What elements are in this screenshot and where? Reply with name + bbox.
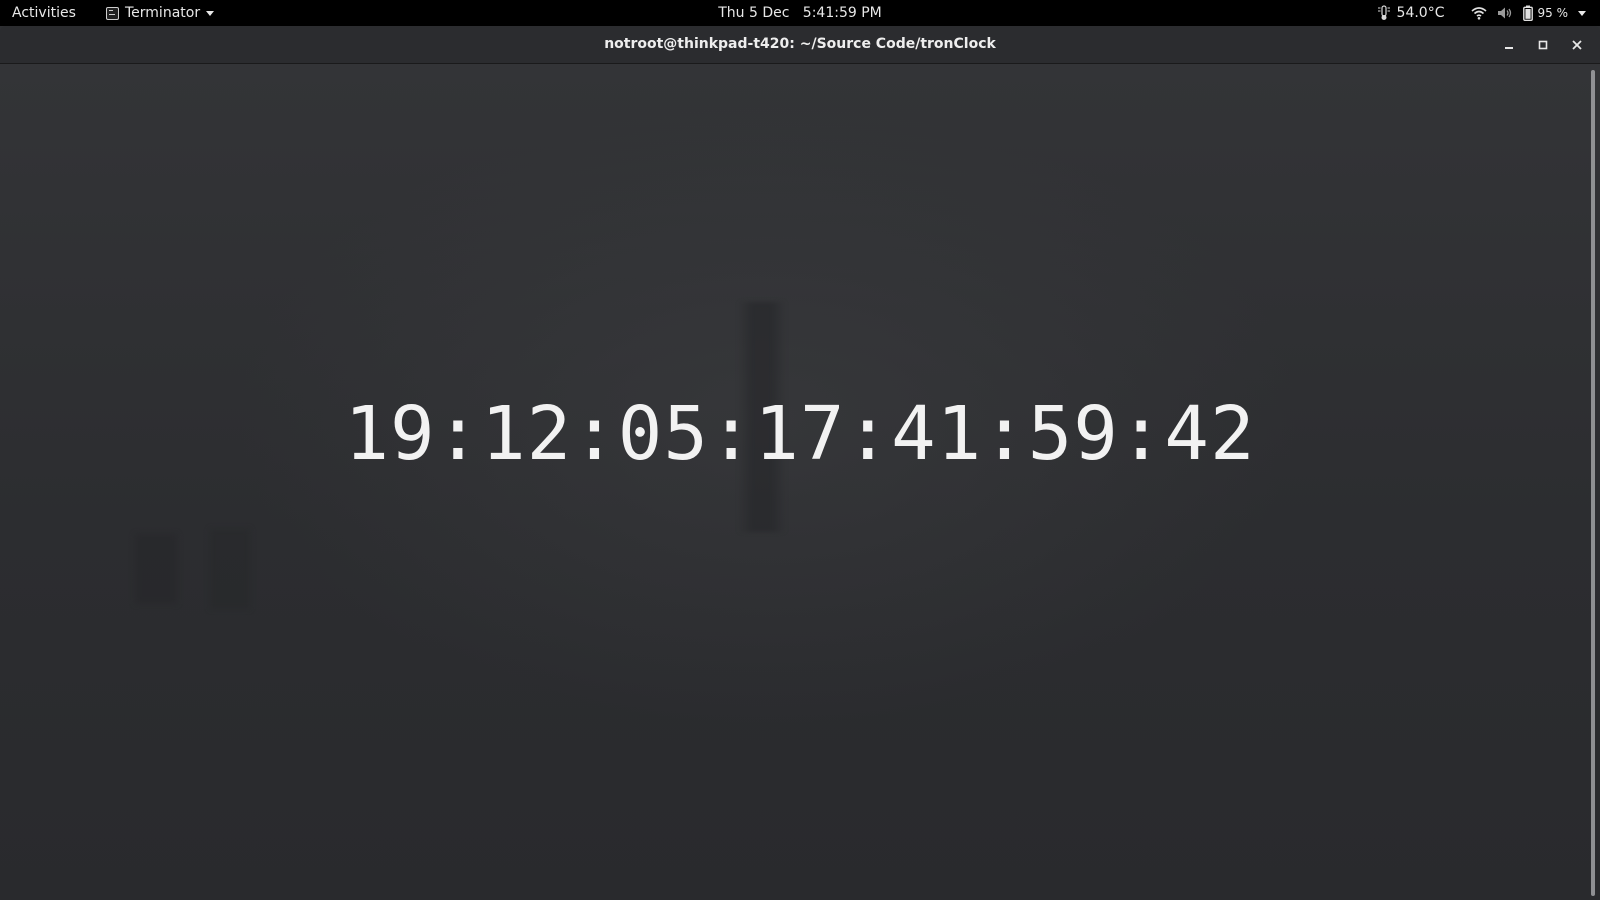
chevron-down-icon xyxy=(1578,10,1586,16)
battery-indicator: 95 % xyxy=(1522,0,1569,26)
activities-label: Activities xyxy=(12,5,76,21)
temperature-value: 54.0°C xyxy=(1396,5,1445,21)
temperature-indicator[interactable]: 54.0°C xyxy=(1377,0,1445,26)
top-bar: Activities Terminator Thu 5 Dec 5:41:59 … xyxy=(0,0,1600,26)
battery-percent: 95 % xyxy=(1537,6,1569,20)
chevron-down-icon xyxy=(206,10,215,16)
minimize-button[interactable] xyxy=(1494,30,1524,60)
close-icon xyxy=(1572,39,1582,50)
thermometer-icon xyxy=(1377,5,1390,20)
terminal-scrollbar[interactable] xyxy=(1591,70,1595,896)
window-titlebar[interactable]: notroot@thinkpad-t420: ~/Source Code/tro… xyxy=(0,26,1600,64)
system-tray: 54.0°C 95 % xyxy=(1377,0,1586,26)
app-menu[interactable]: Terminator xyxy=(106,0,215,26)
window-controls xyxy=(1494,26,1592,63)
date-time-button[interactable]: Thu 5 Dec 5:41:59 PM xyxy=(718,5,882,21)
close-button[interactable] xyxy=(1562,30,1592,60)
date-time-area: Thu 5 Dec 5:41:59 PM xyxy=(0,0,1600,26)
terminator-window: notroot@thinkpad-t420: ~/Source Code/tro… xyxy=(0,26,1600,900)
battery-icon xyxy=(1522,5,1533,21)
maximize-button[interactable] xyxy=(1528,30,1558,60)
window-title: notroot@thinkpad-t420: ~/Source Code/tro… xyxy=(604,36,996,52)
background-building-shape xyxy=(135,534,177,604)
volume-icon xyxy=(1497,7,1511,19)
wifi-icon xyxy=(1470,7,1487,20)
status-menu-button[interactable]: 95 % xyxy=(1470,0,1586,26)
app-menu-label: Terminator xyxy=(125,5,201,21)
tron-clock-display: 19:12:05:17:41:59:42 xyxy=(344,391,1256,477)
background-building-shape xyxy=(210,529,250,609)
activities-button[interactable]: Activities xyxy=(12,0,76,26)
terminal-icon xyxy=(106,6,119,20)
terminal-pane[interactable]: 19:12:05:17:41:59:42 xyxy=(0,64,1600,900)
maximize-icon xyxy=(1538,40,1548,49)
minimize-icon xyxy=(1505,46,1513,49)
